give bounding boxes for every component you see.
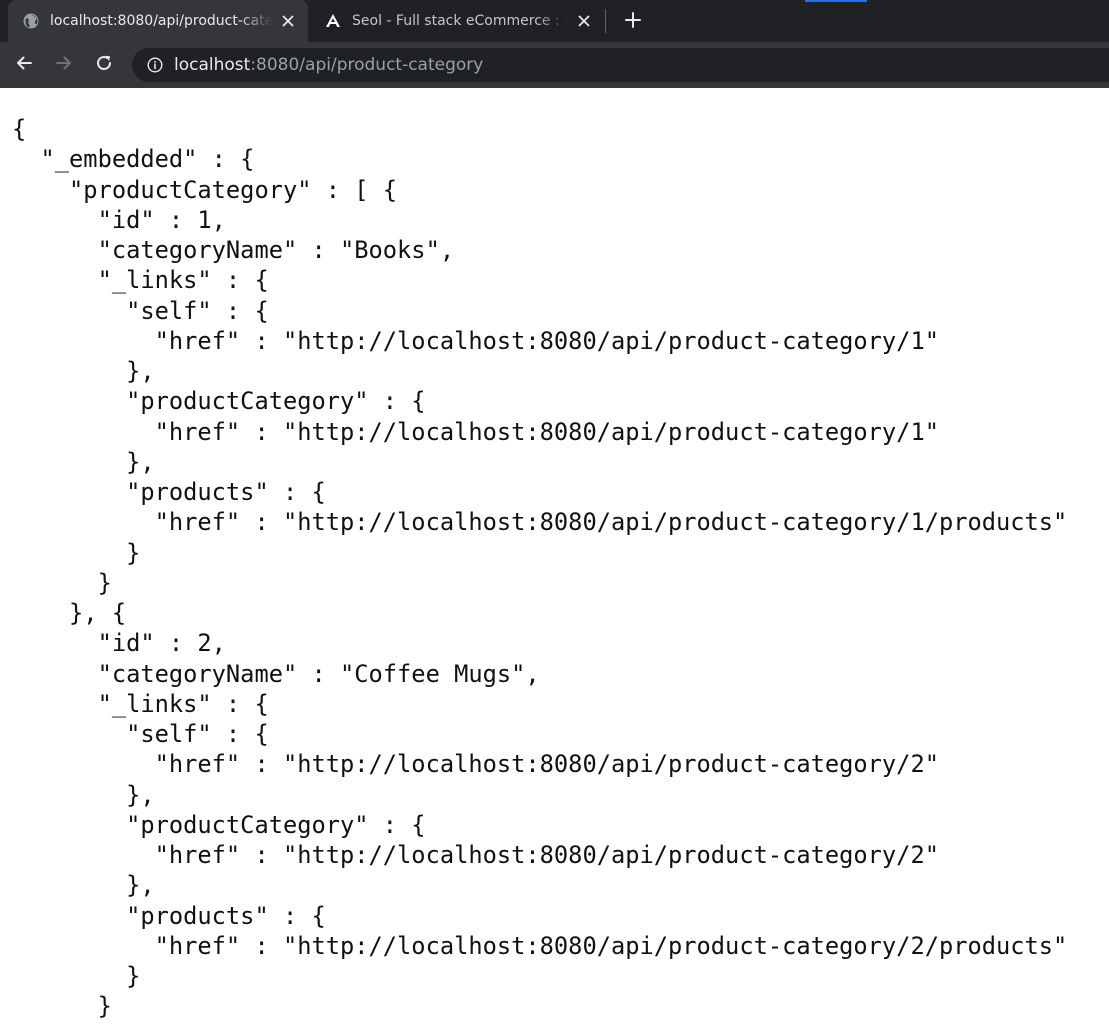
reload-icon [94, 53, 114, 77]
back-button[interactable] [10, 51, 38, 79]
close-icon[interactable] [278, 11, 298, 31]
json-line: "productCategory" : { [12, 387, 426, 416]
json-line: "categoryName" : "Books", [12, 236, 455, 264]
tab-strip: localhost:8080/api/product-category Seol… [0, 0, 1109, 42]
json-line: } [12, 538, 141, 567]
tab-active[interactable]: localhost:8080/api/product-category [8, 0, 308, 42]
address-text[interactable]: localhost:8080/api/product-category [174, 55, 483, 75]
json-line: } [12, 962, 141, 990]
json-line: "id" : 1, [12, 205, 226, 234]
reload-button[interactable] [90, 51, 118, 79]
json-line: "href" : "http://localhost:8080/api/prod… [12, 326, 939, 355]
json-line: }, [12, 447, 155, 476]
browser-toolbar: localhost:8080/api/product-category [0, 42, 1109, 88]
plus-icon [625, 12, 641, 32]
json-line: "id" : 2, [12, 629, 226, 658]
json-line: "_embedded" : { [12, 145, 255, 174]
tab-strip-accent [805, 0, 867, 2]
json-line: }, [12, 357, 155, 385]
json-line: "products" : { [12, 901, 326, 930]
address-bar[interactable]: localhost:8080/api/product-category [132, 48, 1109, 82]
arrow-left-icon [14, 53, 34, 77]
json-line: }, [12, 871, 155, 900]
json-response: { "_embedded" : { "productCategory" : [ … [12, 114, 1067, 1022]
json-line: "href" : "http://localhost:8080/api/prod… [12, 417, 939, 446]
json-line: "_links" : { [12, 689, 269, 718]
json-line: "products" : { [12, 478, 326, 506]
json-line: "href" : "http://localhost:8080/api/prod… [12, 841, 939, 869]
address-path: :8080/api/product-category [250, 55, 484, 75]
tab-title: localhost:8080/api/product-category [50, 13, 272, 29]
json-line: } [12, 992, 112, 1021]
json-line: "href" : "http://localhost:8080/api/prod… [12, 931, 1068, 960]
json-line: "categoryName" : "Coffee Mugs", [12, 659, 540, 688]
angular-icon [324, 12, 342, 30]
json-line: "href" : "http://localhost:8080/api/prod… [12, 750, 939, 779]
arrow-right-icon [54, 53, 74, 77]
json-line: "_links" : { [12, 266, 269, 295]
json-line: }, [12, 780, 155, 809]
json-line: "productCategory" : [ { [12, 175, 398, 204]
tab-divider [605, 9, 606, 33]
close-icon[interactable] [574, 11, 594, 31]
json-line: "productCategory" : { [12, 810, 426, 839]
json-line: { [12, 115, 27, 143]
globe-icon [22, 12, 40, 30]
json-line: } [12, 568, 112, 597]
tab-inactive[interactable]: Seol - Full stack eCommerce : Angular [310, 0, 604, 42]
info-icon[interactable] [146, 56, 164, 74]
forward-button[interactable] [50, 51, 78, 79]
tab-title: Seol - Full stack eCommerce : Angular [352, 13, 568, 29]
json-line: "href" : "http://localhost:8080/api/prod… [12, 508, 1068, 537]
new-tab-button[interactable] [620, 9, 646, 35]
json-line: }, { [12, 599, 127, 627]
json-line: "self" : { [12, 296, 269, 325]
json-line: "self" : { [12, 720, 269, 748]
address-host: localhost [174, 55, 251, 75]
